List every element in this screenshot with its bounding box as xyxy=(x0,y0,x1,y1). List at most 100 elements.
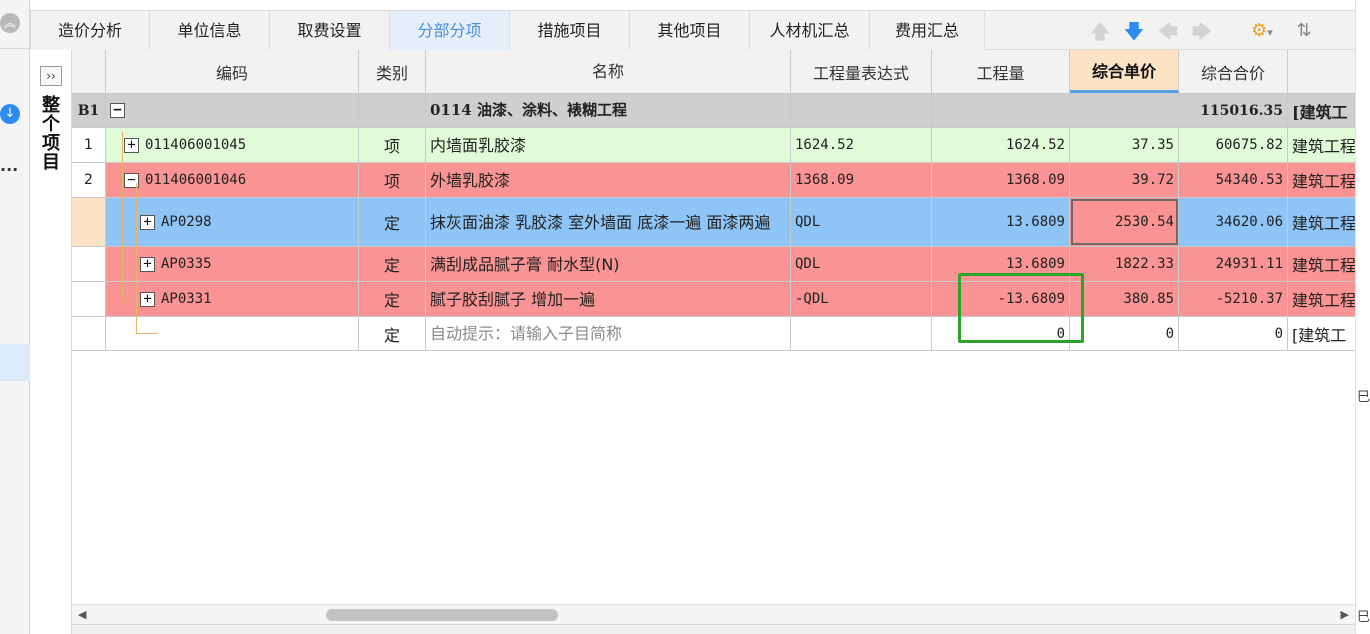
scroll-right-icon[interactable]: ▶ xyxy=(1341,608,1349,621)
arrow-right-icon[interactable]: 🡆 xyxy=(1190,19,1214,43)
rail-divider xyxy=(0,48,30,49)
row-code-text[interactable]: 011406001046 xyxy=(145,172,246,188)
row-quantity[interactable] xyxy=(932,94,1070,127)
row-type: 项 xyxy=(359,128,426,162)
tab-sub-items[interactable]: 分部分项 xyxy=(390,11,510,50)
header-name[interactable]: 名称 xyxy=(426,50,791,93)
row-unit-price[interactable]: 2530.54 xyxy=(1070,198,1179,246)
scroll-left-icon[interactable]: ◀ xyxy=(78,608,86,621)
row-extra: 建筑工程 xyxy=(1288,198,1355,246)
tab-measures[interactable]: 措施项目 xyxy=(510,11,630,50)
row-expression[interactable]: -QDL xyxy=(791,282,932,316)
tab-other-items[interactable]: 其他项目 xyxy=(630,11,750,50)
whole-project-label[interactable]: 整个项目 xyxy=(40,96,62,172)
row-total-price[interactable]: 24931.11 xyxy=(1179,247,1288,281)
row-expression[interactable] xyxy=(791,317,932,350)
row-quantity[interactable]: -13.6809 xyxy=(932,282,1070,316)
row-total-price[interactable]: -5210.37 xyxy=(1179,282,1288,316)
table-row[interactable]: 2 −011406001046 项 外墙乳胶漆 1368.09 1368.09 … xyxy=(72,163,1355,198)
row-total-price[interactable]: 0 xyxy=(1179,317,1288,350)
row-name[interactable]: 0114 油漆、涂料、裱糊工程 xyxy=(426,94,791,127)
arrow-up-icon[interactable]: 🡅 xyxy=(1088,19,1112,43)
row-quantity[interactable]: 13.6809 xyxy=(932,198,1070,246)
table-row-section[interactable]: B1 − 0114 油漆、涂料、裱糊工程 115016.35 [建筑工 xyxy=(72,94,1355,128)
arrow-down-icon[interactable]: 🡇 xyxy=(1122,19,1146,43)
expand-icon[interactable]: + xyxy=(140,291,155,307)
tab-fee-summary[interactable]: 费用汇总 xyxy=(870,11,985,50)
tab-cost-analysis[interactable]: 造价分析 xyxy=(30,11,150,50)
row-total-price[interactable]: 54340.53 xyxy=(1179,163,1288,197)
expand-icon[interactable]: + xyxy=(124,137,139,153)
table-row[interactable]: 1 +011406001045 项 内墙面乳胶漆 1624.52 1624.52… xyxy=(72,128,1355,163)
row-name[interactable]: 内墙面乳胶漆 xyxy=(426,128,791,162)
header-total-price[interactable]: 综合合价 xyxy=(1179,50,1288,93)
sort-icon[interactable]: ⇅ xyxy=(1292,19,1316,43)
collapse-up-icon[interactable]: ︽ xyxy=(0,13,20,33)
row-total-price[interactable]: 60675.82 xyxy=(1179,128,1288,162)
row-name[interactable]: 外墙乳胶漆 xyxy=(426,163,791,197)
edge-marker: 巳 xyxy=(1357,390,1370,405)
row-expression[interactable]: QDL xyxy=(791,198,932,246)
row-expression[interactable]: 1368.09 xyxy=(791,163,932,197)
row-unit-price[interactable]: 37.35 xyxy=(1070,128,1179,162)
expand-icon[interactable]: + xyxy=(140,214,155,230)
tab-fee-settings[interactable]: 取费设置 xyxy=(270,11,390,50)
row-extra: 建筑工程 xyxy=(1288,247,1355,281)
settings-icon[interactable]: ⚙▾ xyxy=(1242,19,1282,43)
expand-panel-button[interactable]: ›› xyxy=(40,66,62,86)
row-unit-price[interactable]: 39.72 xyxy=(1070,163,1179,197)
header-quantity[interactable]: 工程量 xyxy=(932,50,1070,93)
right-edge-panel: 巳 巳 xyxy=(1355,0,1370,634)
row-type: 定 xyxy=(359,317,426,350)
row-name-hint[interactable]: 自动提示：请输入子目简称 xyxy=(426,317,791,350)
row-code-text[interactable]: 011406001045 xyxy=(145,137,246,153)
row-code-text[interactable]: AP0331 xyxy=(161,291,212,307)
row-total-price[interactable]: 115016.35 xyxy=(1179,94,1288,127)
row-total-price[interactable]: 34620.06 xyxy=(1179,198,1288,246)
more-options-button[interactable]: ... xyxy=(0,156,22,176)
tab-unit-info[interactable]: 单位信息 xyxy=(150,11,270,50)
table-row-new-entry[interactable]: 定 自动提示：请输入子目简称 0 0 0 [建筑工 xyxy=(72,317,1355,351)
table-row[interactable]: + AP0335 定 满刮成品腻子膏 耐水型(N) QDL 13.6809 182… xyxy=(72,247,1355,282)
tab-labor-material-summary[interactable]: 人材机汇总 xyxy=(750,11,870,50)
row-unit-price[interactable]: 380.85 xyxy=(1070,282,1179,316)
expand-icon[interactable]: + xyxy=(140,256,155,272)
sub-items-grid: 编码 类别 名称 工程量表达式 工程量 综合单价 综合合价 B1 − 0114 … xyxy=(72,50,1355,606)
row-index: 1 xyxy=(72,128,106,162)
row-index xyxy=(72,317,106,350)
header-type[interactable]: 类别 xyxy=(359,50,426,93)
row-code: + AP0298 xyxy=(106,198,359,246)
row-code: + AP0335 xyxy=(106,247,359,281)
row-unit-price[interactable]: 0 xyxy=(1070,317,1179,350)
row-expression[interactable] xyxy=(791,94,932,127)
horizontal-scrollbar[interactable]: ◀ ▶ xyxy=(72,604,1355,624)
row-quantity[interactable]: 13.6809 xyxy=(932,247,1070,281)
row-unit-price[interactable] xyxy=(1070,94,1179,127)
row-index: 2 xyxy=(72,163,106,197)
row-name[interactable]: 抹灰面油漆 乳胶漆 室外墙面 底漆一遍 面漆两遍 xyxy=(426,198,791,246)
row-quantity[interactable]: 1624.52 xyxy=(932,128,1070,162)
row-code-text[interactable]: AP0298 xyxy=(161,214,212,230)
row-quantity[interactable]: 1368.09 xyxy=(932,163,1070,197)
header-code[interactable]: 编码 xyxy=(106,50,359,93)
download-icon[interactable]: ↓ xyxy=(0,104,20,124)
row-extra: 建筑工程 xyxy=(1288,128,1355,162)
row-name[interactable]: 腻子胶刮腻子 增加一遍 xyxy=(426,282,791,316)
row-expression[interactable]: QDL xyxy=(791,247,932,281)
row-quantity[interactable]: 0 xyxy=(932,317,1070,350)
arrow-left-icon[interactable]: 🡄 xyxy=(1156,19,1180,43)
row-code: + AP0331 xyxy=(106,282,359,316)
row-name[interactable]: 满刮成品腻子膏 耐水型(N) xyxy=(426,247,791,281)
row-code-text[interactable]: AP0335 xyxy=(161,256,212,272)
row-index xyxy=(72,247,106,281)
scrollbar-thumb[interactable] xyxy=(326,609,558,621)
row-unit-price[interactable]: 1822.33 xyxy=(1070,247,1179,281)
table-row[interactable]: + AP0331 定 腻子胶刮腻子 增加一遍 -QDL -13.6809 380.… xyxy=(72,282,1355,317)
table-row-selected[interactable]: + AP0298 定 抹灰面油漆 乳胶漆 室外墙面 底漆一遍 面漆两遍 QDL 1… xyxy=(72,198,1355,247)
header-quantity-expression[interactable]: 工程量表达式 xyxy=(791,50,932,93)
left-rail: ︽ ↓ ... xyxy=(0,0,30,634)
row-expression[interactable]: 1624.52 xyxy=(791,128,932,162)
collapse-icon[interactable]: − xyxy=(110,103,125,118)
rail-selected-item[interactable] xyxy=(0,344,30,381)
header-unit-price[interactable]: 综合单价 xyxy=(1070,50,1179,93)
